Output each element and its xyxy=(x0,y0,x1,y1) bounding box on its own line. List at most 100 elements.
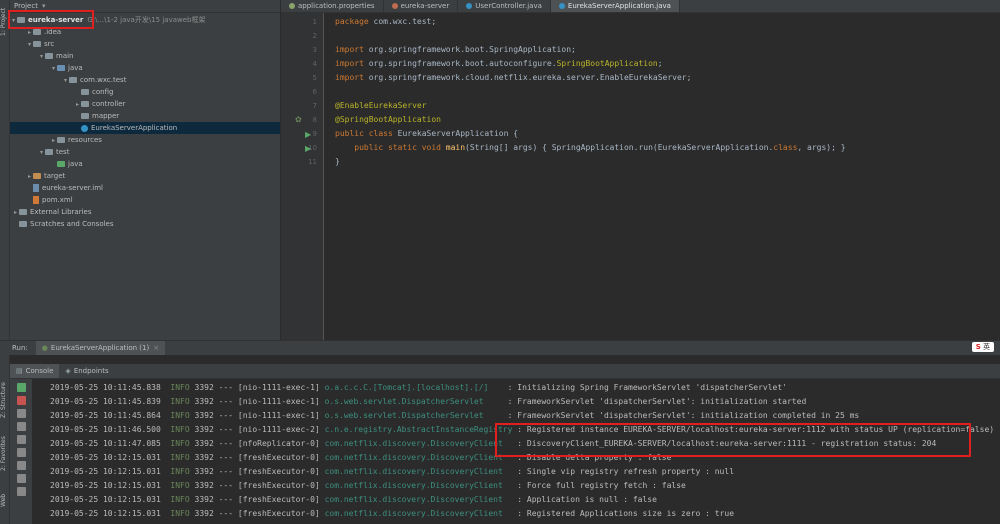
pause-icon[interactable] xyxy=(16,409,26,418)
tree-item-resources[interactable]: ▸ resources xyxy=(10,134,280,146)
log-line: 2019-05-25 10:11:45.839 INFO 3392 --- [n… xyxy=(50,397,806,406)
tree-item-config[interactable]: config xyxy=(10,86,280,98)
keyword: public static void xyxy=(335,143,446,152)
tree-item-label: Scratches and Consoles xyxy=(30,220,114,228)
expand-arrow-icon[interactable]: ▾ xyxy=(50,65,57,72)
run-toolbar xyxy=(10,379,32,524)
log-pid: 3392 xyxy=(194,509,214,518)
code-text: EurekaServerApplication { xyxy=(397,129,519,138)
close-icon[interactable]: × xyxy=(153,344,159,352)
code-line-10: public static void main(String[] args) {… xyxy=(335,143,845,152)
log-level: INFO xyxy=(170,495,190,504)
tree-item-iml[interactable]: eureka-server.iml xyxy=(10,182,280,194)
delete-icon[interactable] xyxy=(16,487,26,496)
rerun-icon[interactable] xyxy=(16,383,26,392)
method-name: main xyxy=(445,143,466,152)
code-line-3: import org.springframework.boot.SpringAp… xyxy=(335,45,576,54)
print-icon[interactable] xyxy=(16,474,26,483)
web-tool-tab[interactable]: Web xyxy=(0,490,9,510)
keyword: package xyxy=(335,17,374,26)
exit-icon[interactable] xyxy=(16,448,26,457)
run-gutter-icon[interactable]: ▶ xyxy=(305,144,311,153)
tree-item-scratches[interactable]: Scratches and Consoles xyxy=(10,218,280,230)
log-logger: o.a.c.c.C.[Tomcat].[localhost].[/] xyxy=(324,383,489,392)
expand-arrow-icon[interactable]: ▸ xyxy=(50,137,57,144)
tree-item-package[interactable]: ▾ com.wxc.test xyxy=(10,74,280,86)
expand-arrow-icon[interactable]: ▾ xyxy=(38,149,45,156)
maven-file-icon xyxy=(391,3,398,9)
tree-item-src[interactable]: ▾ src xyxy=(10,38,280,50)
project-panel: Project ▾ ▾ eureka-server G:\...\1-2 jav… xyxy=(8,0,280,340)
structure-tool-tab[interactable]: Z: Structure xyxy=(0,380,9,420)
code-line-9: public class EurekaServerApplication { xyxy=(335,129,518,138)
line-number: 2 xyxy=(312,32,317,40)
tree-item-label: main xyxy=(56,52,74,60)
editor-tab-bar: application.properties eureka-server Use… xyxy=(281,0,1000,13)
log-line: 2019-05-25 10:12:15.031 INFO 3392 --- [f… xyxy=(50,481,686,490)
tree-item-label: resources xyxy=(68,136,102,144)
log-message: : Application is null : false xyxy=(517,495,657,504)
code-line-8: @SpringBootApplication xyxy=(335,115,441,124)
settings-icon[interactable] xyxy=(16,435,26,444)
expand-arrow-icon[interactable]: ▸ xyxy=(26,173,33,180)
ime-label: 英 xyxy=(983,343,990,351)
log-line: 2019-05-25 10:12:15.031 INFO 3392 --- [f… xyxy=(50,467,734,476)
log-line: 2019-05-25 10:11:45.864 INFO 3392 --- [n… xyxy=(50,411,859,420)
tab-user-controller[interactable]: UserController.java xyxy=(458,0,551,12)
log-date: 2019-05-25 10:11:45.864 xyxy=(50,411,161,420)
log-thread: --- [nio-1111-exec-1] xyxy=(218,411,320,420)
tab-application-properties[interactable]: application.properties xyxy=(281,0,384,12)
expand-arrow-icon[interactable]: ▸ xyxy=(12,209,19,216)
tree-item-pom[interactable]: pom.xml xyxy=(10,194,280,206)
spring-bean-icon[interactable]: ✿ xyxy=(295,115,302,124)
tree-item-label: mapper xyxy=(92,112,120,120)
expand-arrow-icon[interactable]: ▾ xyxy=(26,41,33,48)
expand-arrow-icon[interactable]: ▸ xyxy=(26,29,33,36)
run-gutter-icon[interactable]: ▶ xyxy=(305,130,311,139)
log-message: : Registered Applications size is zero :… xyxy=(517,509,735,518)
tree-item-main[interactable]: ▾ main xyxy=(10,50,280,62)
tab-console[interactable]: ▤ Console xyxy=(10,364,60,378)
tree-item-target[interactable]: ▸ target xyxy=(10,170,280,182)
project-header-label[interactable]: Project xyxy=(14,2,38,10)
camera-icon[interactable] xyxy=(16,422,26,431)
log-date: 2019-05-25 10:12:15.031 xyxy=(50,453,161,462)
console-icon: ▤ xyxy=(16,367,23,375)
expand-arrow-icon[interactable]: ▸ xyxy=(74,101,81,108)
code-editor[interactable]: package com.wxc.test; import org.springf… xyxy=(335,13,1000,340)
tab-label: Endpoints xyxy=(73,367,109,375)
keyword: import xyxy=(335,73,369,82)
tree-item-java[interactable]: ▾ java xyxy=(10,62,280,74)
class-file-icon xyxy=(558,3,565,9)
log-thread: --- [freshExecutor-0] xyxy=(218,481,320,490)
tree-item-eureka-server-application[interactable]: EurekaServerApplication xyxy=(10,122,280,134)
log-logger: c.n.e.registry.AbstractInstanceRegistry xyxy=(324,425,513,434)
log-line: 2019-05-25 10:11:45.838 INFO 3392 --- [n… xyxy=(50,383,787,392)
log-level: INFO xyxy=(170,509,190,518)
code-text: org.springframework.boot.autoconfigure. xyxy=(368,59,557,68)
line-number: 4 xyxy=(312,60,317,68)
run-config-tab[interactable]: ● EurekaServerApplication (1) × xyxy=(35,341,166,355)
chevron-down-icon[interactable]: ▾ xyxy=(42,2,46,10)
tree-item-test[interactable]: ▾ test xyxy=(10,146,280,158)
tree-item-label: controller xyxy=(92,100,126,108)
folder-icon xyxy=(45,53,53,59)
ime-badge[interactable]: S 英 xyxy=(971,342,994,352)
favorites-tool-tab[interactable]: 2: Favorites xyxy=(0,432,9,476)
tab-endpoints[interactable]: ◈ Endpoints xyxy=(59,364,114,378)
tree-item-external-libraries[interactable]: ▸ External Libraries xyxy=(10,206,280,218)
tree-item-test-java[interactable]: java xyxy=(10,158,280,170)
log-thread: --- [nio-1111-exec-1] xyxy=(218,397,320,406)
log-logger: com.netflix.discovery.DiscoveryClient xyxy=(324,453,503,462)
log-logger: com.netflix.discovery.DiscoveryClient xyxy=(324,481,503,490)
stop-icon[interactable] xyxy=(16,396,26,405)
tree-item-controller[interactable]: ▸ controller xyxy=(10,98,280,110)
tree-item-mapper[interactable]: mapper xyxy=(10,110,280,122)
expand-arrow-icon[interactable]: ▾ xyxy=(38,53,45,60)
expand-arrow-icon[interactable]: ▾ xyxy=(62,77,69,84)
tab-eureka-server-application[interactable]: EurekaServerApplication.java xyxy=(550,0,680,12)
log-pid: 3392 xyxy=(194,411,214,420)
pin-icon[interactable] xyxy=(16,461,26,470)
tab-eureka-server[interactable]: eureka-server xyxy=(384,0,459,12)
run-subtab-bar: ▤ Console ◈ Endpoints xyxy=(10,364,1000,379)
